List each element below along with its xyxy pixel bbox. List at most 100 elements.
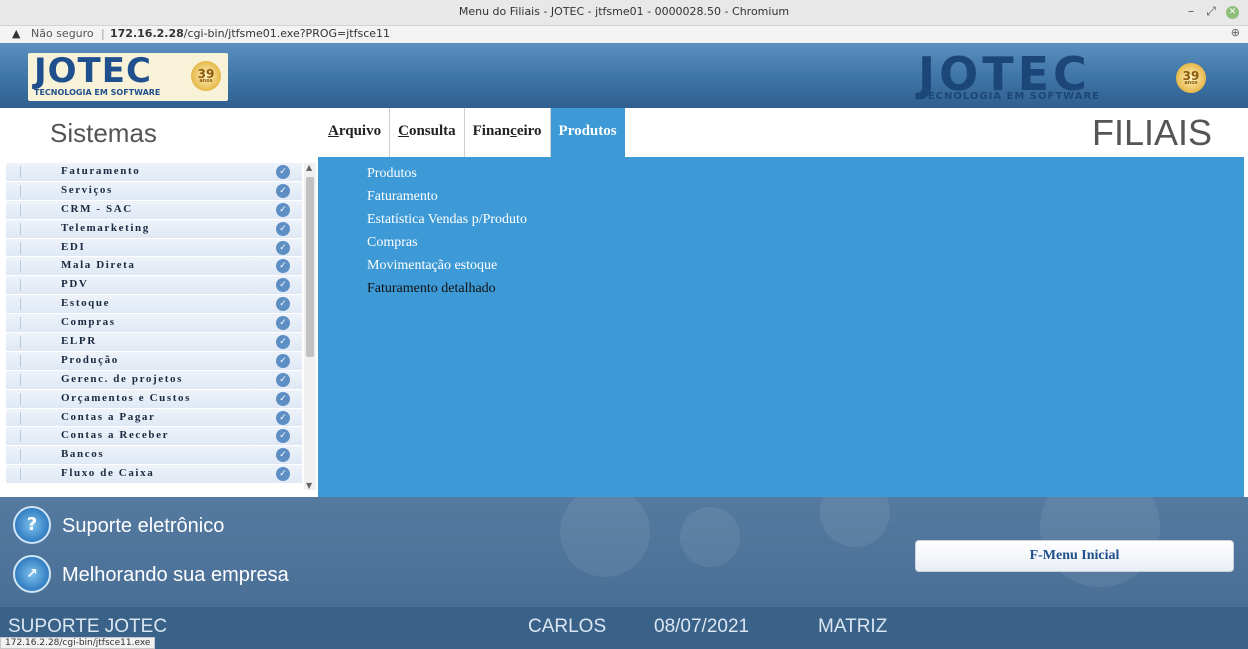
menu-arquivo[interactable]: Arquivo [320,108,391,157]
check-icon: ✓ [276,202,290,217]
warning-icon[interactable]: ▲ [12,27,20,40]
address-bar[interactable]: ▲ Não seguro | 172.16.2.28/cgi-bin/jtfsm… [0,26,1248,43]
sidebar-item-marker [20,184,21,197]
submenu-link[interactable]: Estatística Vendas p/Produto [367,212,527,228]
sidebar-item[interactable]: ELPR ✓ [6,333,302,352]
sidebar-item[interactable]: Fluxo de Caixa ✓ [6,465,302,485]
sidebar-item[interactable]: Mala Direta ✓ [6,257,302,277]
check-icon: ✓ [276,448,290,463]
nav-row: Sistemas Arquivo Consulta Financeiro Pro… [0,108,1248,157]
sidebar-item[interactable]: Contas a Receber ✓ [6,427,302,447]
check-icon: ✓ [276,410,290,425]
sidebar-item-label: Produção [61,353,119,366]
anniversary-badge: 39 anos [191,61,221,91]
url-host: 172.16.2.28 [110,27,184,40]
header-banner: JOTEC TECNOLOGIA EM SOFTWARE 39 anos JOT… [0,43,1248,108]
scroll-thumb[interactable] [306,177,314,357]
url-text[interactable]: 172.16.2.28/cgi-bin/jtfsme01.exe?PROG=jt… [110,27,390,40]
sidebar-item[interactable]: Faturamento ✓ [6,163,302,182]
maximize-icon[interactable]: ⤢ [1204,4,1218,19]
status-date: 08/07/2021 [654,616,750,637]
sistemas-heading: Sistemas [50,118,157,148]
sidebar-item-marker [20,336,21,349]
growth-chart-icon[interactable]: ↗ [13,555,51,593]
check-icon: ✓ [276,429,290,444]
close-icon[interactable]: ✕ [1226,6,1239,19]
sidebar-item-label: Telemarketing [61,221,150,234]
submenu-link[interactable]: Faturamento [367,189,438,205]
sidebar-item-label: Orçamentos e Custos [61,391,191,404]
url-path: /cgi-bin/jtfsme01.exe?PROG=jtfsce11 [183,27,391,40]
submenu-link[interactable]: Produtos [367,166,417,182]
sidebar-item-label: Fluxo de Caixa [61,467,155,480]
sidebar-item[interactable]: Bancos ✓ [6,446,302,466]
sidebar-item-label: PDV [61,278,89,291]
sidebar-item[interactable]: Contas a Pagar ✓ [6,408,302,428]
sidebar-item[interactable]: PDV ✓ [6,276,302,296]
zoom-icon[interactable]: ⊕ [1231,26,1240,39]
minimize-icon[interactable]: – [1184,4,1198,18]
menu-produtos[interactable]: Produtos [550,108,625,157]
sidebar-item-label: CRM - SAC [61,202,133,215]
submenu-link[interactable]: Movimentação estoque [367,258,497,274]
check-icon: ✓ [276,165,290,179]
sidebar-item-marker [20,411,21,424]
scroll-down-icon[interactable]: ▼ [306,481,312,490]
link-hover-url: 172.16.2.28/cgi-bin/jtfsce11.exe [0,637,156,649]
decor-circle [680,507,740,567]
decor-circle [560,497,650,577]
sidebar-item-marker [20,279,21,292]
sidebar-item[interactable]: Compras ✓ [6,314,302,334]
sidebar-item-marker [20,354,21,367]
check-icon: ✓ [276,391,290,406]
sidebar-item-marker [20,260,21,273]
sidebar-item-label: Faturamento [61,165,141,177]
sidebar-item-marker [20,241,21,254]
check-icon: ✓ [276,240,290,255]
check-icon: ✓ [276,467,290,482]
submenu-link[interactable]: Faturamento detalhado [367,281,496,297]
check-icon: ✓ [276,278,290,293]
sidebar-item-label: Mala Direta [61,259,136,272]
menu-financeiro[interactable]: Financeiro [465,108,551,157]
check-icon: ✓ [276,335,290,350]
status-support: SUPORTE JOTEC [8,616,168,637]
check-icon: ✓ [276,297,290,312]
sidebar-item[interactable]: Gerenc. de projetos ✓ [6,370,302,390]
sidebar-item[interactable]: CRM - SAC ✓ [6,200,302,220]
support-icon[interactable]: ? [13,506,51,544]
sidebar-item-label: Serviços [61,183,113,196]
check-icon: ✓ [276,316,290,331]
sidebar-scrollbar[interactable]: ▲ ▼ [304,163,316,490]
submenu-panel: Produtos Faturamento Estatística Vendas p/… [318,157,1244,497]
sidebar-item-label: EDI [61,240,86,253]
logo-wordmark: JOTEC [34,51,152,91]
submenu-link[interactable]: Compras [367,235,418,251]
sidebar-item-marker [20,430,21,443]
sidebar-item[interactable]: Orçamentos e Custos ✓ [6,389,302,409]
status-user: CARLOS [528,616,607,637]
check-icon: ✓ [276,221,290,236]
decor-circle [820,497,890,547]
f-menu-inicial-button[interactable]: F-Menu Inicial [915,540,1234,572]
support-link[interactable]: Suporte eletrônico [62,515,224,538]
sidebar-item-marker [20,392,21,405]
sidebar-item[interactable]: Serviços ✓ [6,181,302,201]
improve-link[interactable]: Melhorando sua empresa [62,564,289,587]
not-secure-label[interactable]: Não seguro [31,27,94,40]
sidebar-item-marker [20,203,21,216]
sidebar-item-label: Gerenc. de projetos [61,372,183,385]
jotec-logo-left[interactable]: JOTEC TECNOLOGIA EM SOFTWARE 39 anos [28,51,228,101]
sidebar-item[interactable]: EDI ✓ [6,238,302,258]
badge-label: anos [199,78,213,84]
sidebar-item[interactable]: Estoque ✓ [6,295,302,315]
sidebar-item[interactable]: Telemarketing ✓ [6,219,302,239]
page-title: FILIAIS [1091,112,1212,153]
sidebar-item-label: Contas a Receber [61,429,170,442]
menu-consulta[interactable]: Consulta [390,108,465,157]
sidebar-item[interactable]: Produção ✓ [6,351,302,371]
scroll-up-icon[interactable]: ▲ [306,163,312,172]
jotec-logo-right: JOTEC TECNOLOGIA EM SOFTWARE 39 anos [918,47,1228,105]
check-icon: ✓ [276,259,290,274]
logo-subtitle: TECNOLOGIA EM SOFTWARE [34,88,161,97]
